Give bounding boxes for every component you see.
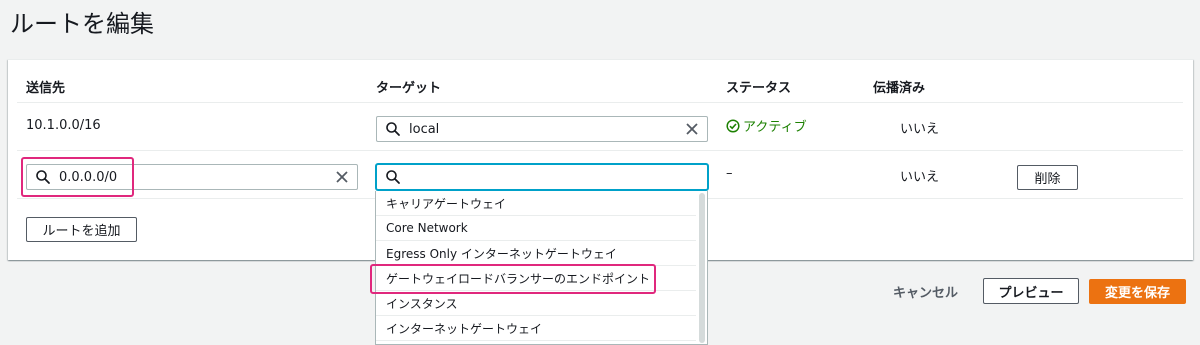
- cancel-button[interactable]: キャンセル: [893, 282, 958, 301]
- row1-status: アクティブ: [726, 116, 807, 135]
- dropdown-scrollbar[interactable]: [699, 193, 705, 343]
- header-status: ステータス: [726, 81, 792, 96]
- clear-icon[interactable]: [685, 122, 699, 136]
- header-target: ターゲット: [376, 81, 442, 96]
- destination-highlight: [21, 157, 134, 197]
- page-title: ルートを編集: [10, 10, 154, 38]
- row2-status: –: [726, 166, 733, 181]
- search-icon: [386, 170, 400, 184]
- dropdown-option[interactable]: インスタンス: [376, 291, 696, 316]
- header-divider: [17, 102, 1183, 103]
- status-success-icon: [726, 118, 740, 133]
- row1-destination: 10.1.0.0/16: [26, 118, 101, 133]
- row1-propagated: いいえ: [900, 122, 940, 137]
- row1-status-label: アクティブ: [743, 120, 807, 135]
- save-changes-button[interactable]: 変更を保存: [1089, 279, 1186, 304]
- option-highlight: [370, 264, 656, 294]
- row1-target-value: local: [409, 121, 440, 137]
- header-propagated: 伝播済み: [873, 81, 926, 96]
- clear-icon[interactable]: [335, 170, 349, 184]
- preview-button[interactable]: プレビュー: [983, 278, 1079, 304]
- dropdown-option[interactable]: Egress Only インターネットゲートウェイ: [376, 241, 696, 266]
- dropdown-option[interactable]: キャリアゲートウェイ: [376, 191, 696, 216]
- dropdown-option[interactable]: インターネットゲートウェイ: [376, 316, 696, 341]
- row2-propagated: いいえ: [900, 170, 940, 185]
- remove-button[interactable]: 削除: [1017, 165, 1078, 190]
- search-icon: [386, 122, 400, 136]
- row1-target-input[interactable]: local: [376, 116, 708, 142]
- row2-target-input[interactable]: [376, 164, 708, 190]
- row-divider: [17, 150, 1183, 151]
- add-route-button[interactable]: ルートを追加: [26, 217, 137, 242]
- header-destination: 送信先: [26, 81, 66, 96]
- dropdown-option[interactable]: Core Network: [376, 216, 696, 241]
